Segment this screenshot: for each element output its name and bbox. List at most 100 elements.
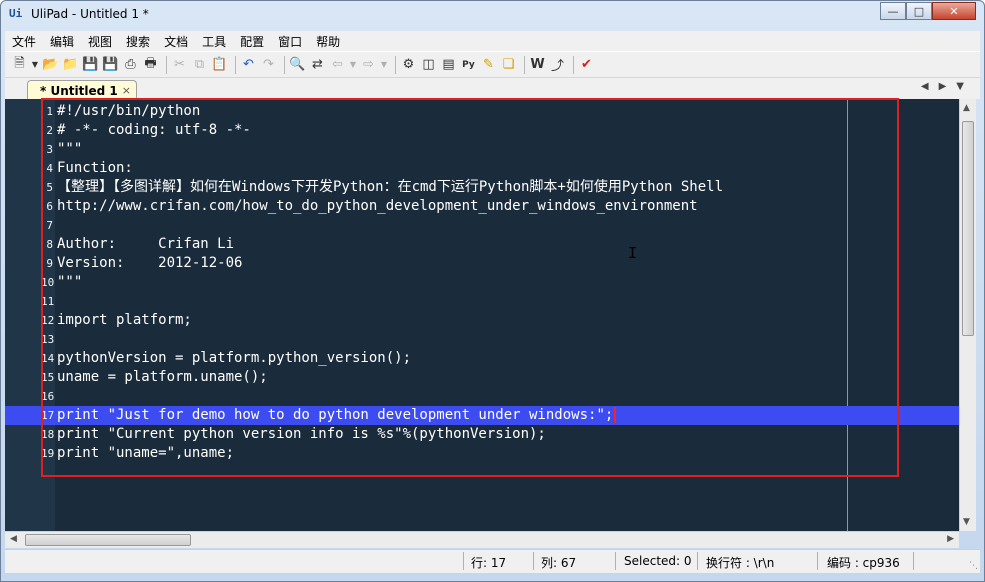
tab-next-icon[interactable]: ▶: [939, 81, 947, 92]
code-line[interactable]: 4 Function:: [5, 159, 959, 178]
menu-window[interactable]: 窗口: [271, 33, 309, 50]
print-preview-icon[interactable]: 🖶: [142, 56, 159, 73]
title-bar[interactable]: Ui UliPad - Untitled 1 * — □ ✕: [1, 1, 984, 29]
save-icon[interactable]: 💾: [82, 56, 99, 73]
line-number: 19: [41, 447, 55, 460]
menu-document[interactable]: 文档: [157, 33, 195, 50]
menu-config[interactable]: 配置: [233, 33, 271, 50]
redo-icon[interactable]: ↷: [260, 56, 277, 73]
back-icon[interactable]: ⇦: [329, 56, 346, 73]
forward-icon[interactable]: ⇨: [360, 56, 377, 73]
code-line[interactable]: 9 Version: 2012-12-06: [5, 254, 959, 273]
tab-untitled-1[interactable]: * Untitled 1 ×: [27, 80, 137, 100]
menu-edit[interactable]: 编辑: [43, 33, 81, 50]
open-icon[interactable]: 📁: [62, 56, 79, 73]
new-file-icon[interactable]: 🗎: [11, 56, 28, 73]
horizontal-scroll-thumb[interactable]: [25, 534, 191, 546]
line-number: 18: [41, 428, 55, 441]
scroll-down-icon[interactable]: ▼: [963, 517, 970, 527]
paste-icon[interactable]: 📋: [211, 56, 228, 73]
minimize-button[interactable]: —: [880, 2, 906, 20]
tab-list-icon[interactable]: ▼: [956, 81, 964, 92]
code-line[interactable]: 8 Author: Crifan Li: [5, 235, 959, 254]
menu-view[interactable]: 视图: [81, 33, 119, 50]
status-separator: [697, 552, 698, 570]
wrap-icon[interactable]: W: [529, 56, 546, 73]
code-lines: 1 #!/usr/bin/python 2 # -*- coding: utf-8 -…: [5, 102, 959, 463]
replace-icon[interactable]: ⇄: [309, 56, 326, 73]
status-bar: 行: 17 列: 67 Selected: 0 换行符 : \r\n 编码 : …: [5, 549, 980, 573]
forward-dropdown-icon[interactable]: ▼: [380, 56, 388, 73]
code-line[interactable]: 5 【整理】【多图详解】如何在Windows下开发Python：在cmd下运行Py…: [5, 178, 959, 197]
menu-help[interactable]: 帮助: [309, 33, 347, 50]
tab-prev-icon[interactable]: ◀: [921, 81, 929, 92]
menu-bar: 文件 编辑 视图 搜索 文档 工具 配置 窗口 帮助: [5, 31, 980, 51]
line-number: 15: [41, 371, 55, 384]
save-all-icon[interactable]: 💾: [102, 56, 119, 73]
status-eol: 换行符 : \r\n: [706, 556, 775, 570]
code-line[interactable]: 6 http://www.crifan.com/how_to_do_python_…: [5, 197, 959, 216]
pane-icon[interactable]: ◫: [420, 56, 437, 73]
code-editor[interactable]: 1 #!/usr/bin/python 2 # -*- coding: utf-8 -…: [5, 99, 959, 531]
code-line[interactable]: 17 print "Just for demo how to do python …: [5, 406, 959, 425]
maximize-icon: □: [913, 4, 925, 18]
tab-close-icon[interactable]: ×: [122, 84, 131, 97]
vertical-scrollbar[interactable]: ▲ ▼: [959, 99, 976, 531]
code-line[interactable]: 18 print "Current python version info is …: [5, 425, 959, 444]
scroll-left-icon[interactable]: ◀: [10, 534, 17, 544]
code-text: Version: 2012-12-06: [57, 255, 243, 271]
line-number: 13: [41, 333, 55, 346]
code-line[interactable]: 2 # -*- coding: utf-8 -*-: [5, 121, 959, 140]
menu-file[interactable]: 文件: [5, 33, 43, 50]
undo-icon[interactable]: ↶: [240, 56, 257, 73]
line-number: 8: [46, 238, 53, 251]
code-text: 【整理】【多图详解】如何在Windows下开发Python：在cmd下运行Pyt…: [57, 179, 724, 195]
horizontal-scrollbar[interactable]: ◀ ▶: [5, 531, 959, 548]
close-button[interactable]: ✕: [932, 2, 976, 20]
vertical-scroll-thumb[interactable]: [962, 121, 974, 336]
ulipad-logo-icon: Ui: [9, 7, 23, 20]
code-line[interactable]: 19 print "uname=",uname;: [5, 444, 959, 463]
code-line[interactable]: 7: [5, 216, 959, 235]
code-line[interactable]: 13: [5, 330, 959, 349]
code-line[interactable]: 11: [5, 292, 959, 311]
preferences-icon[interactable]: ⚙: [400, 56, 417, 73]
code-line[interactable]: 16: [5, 387, 959, 406]
scroll-right-icon[interactable]: ▶: [947, 534, 954, 544]
line-number: 9: [46, 257, 53, 270]
window-icon[interactable]: ▤: [440, 56, 457, 73]
toolbar-separator: [573, 55, 574, 74]
toolbar-separator: [395, 55, 396, 74]
check-icon[interactable]: ✔: [578, 56, 595, 73]
run-icon[interactable]: ⤴: [549, 56, 566, 74]
code-line[interactable]: 1 #!/usr/bin/python: [5, 102, 959, 121]
line-number: 12: [41, 314, 55, 327]
print-icon[interactable]: ⎙: [122, 56, 139, 73]
close-icon: ✕: [949, 4, 959, 18]
tag-icon[interactable]: ❏: [500, 56, 517, 73]
menu-tools[interactable]: 工具: [195, 33, 233, 50]
status-separator: [817, 552, 818, 570]
code-line[interactable]: 3 """: [5, 140, 959, 159]
back-dropdown-icon[interactable]: ▼: [349, 56, 357, 73]
app-window: Ui UliPad - Untitled 1 * — □ ✕ 文件 编辑 视图 …: [0, 0, 985, 582]
code-line[interactable]: 12 import platform;: [5, 311, 959, 330]
code-text: import platform;: [57, 312, 192, 328]
open-folder-icon[interactable]: 📂: [42, 56, 59, 73]
scroll-up-icon[interactable]: ▲: [963, 103, 970, 113]
cut-icon[interactable]: ✂: [171, 56, 188, 73]
resize-grip-icon[interactable]: ⋱: [969, 561, 978, 571]
dropdown-icon[interactable]: ▼: [31, 56, 39, 73]
comment-icon[interactable]: ✎: [480, 56, 497, 73]
maximize-button[interactable]: □: [906, 2, 932, 20]
shell-icon[interactable]: Py: [460, 56, 477, 73]
status-selected: Selected: 0: [624, 554, 692, 568]
code-line[interactable]: 14 pythonVersion = platform.python_versio…: [5, 349, 959, 368]
find-icon[interactable]: 🔍: [289, 56, 306, 73]
menu-search[interactable]: 搜索: [119, 33, 157, 50]
code-line[interactable]: 10 """: [5, 273, 959, 292]
line-number: 6: [46, 200, 53, 213]
code-line[interactable]: 15 uname = platform.uname();: [5, 368, 959, 387]
copy-icon[interactable]: ⧉: [191, 56, 208, 73]
status-separator: [463, 552, 464, 570]
